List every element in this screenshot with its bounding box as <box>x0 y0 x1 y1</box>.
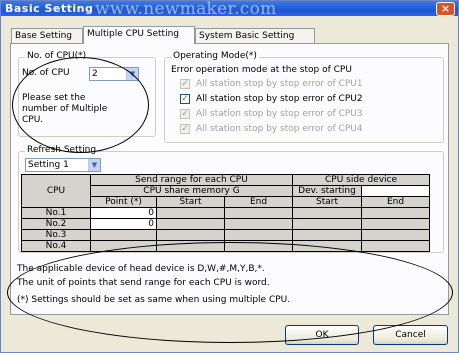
dev-starting-input[interactable] <box>361 185 430 197</box>
operating-mode-description: Error operation mode at the stop of CPU <box>171 65 352 75</box>
device-end-cell <box>361 207 430 219</box>
device-start-cell <box>292 240 362 252</box>
end-header: End <box>224 196 293 208</box>
tab-multiple-cpu-setting[interactable]: Multiple CPU Setting <box>83 26 195 44</box>
close-icon: × <box>440 2 451 15</box>
end-cell <box>224 240 293 252</box>
cpu-count-value: 2 <box>92 69 98 79</box>
point-cell[interactable]: 0 <box>90 207 157 219</box>
tab-label: System Basic Setting <box>199 31 295 41</box>
cpu-count-note-line: Please set the <box>22 93 86 103</box>
cpu-count-note-line: CPU. <box>22 115 44 125</box>
checkbox-label: All station stop by stop error of CPU3 <box>196 109 363 119</box>
ok-button[interactable]: OK <box>285 325 359 345</box>
watermark: www.newmaker.com <box>95 0 277 19</box>
cpu-count-select[interactable]: 2 ▼ <box>89 67 139 81</box>
row-cpu-label: No.1 <box>21 207 91 219</box>
table-row: No.1 0 <box>21 207 430 219</box>
operating-mode-group-title: Operating Mode(*) <box>171 51 259 61</box>
end-cell <box>224 218 293 230</box>
device-end-cell <box>361 229 430 241</box>
cpu-count-group: No. of CPU(*) No. of CPU 2 ▼ Please set … <box>18 51 156 137</box>
checkmark-icon: ✓ <box>180 94 190 104</box>
tab-system-basic-setting[interactable]: System Basic Setting <box>195 28 315 44</box>
table-row: No.3 <box>21 229 430 241</box>
device-end-cell <box>361 218 430 230</box>
checkbox-label: All station stop by stop error of CPU4 <box>196 124 363 134</box>
checkmark-icon: ✓ <box>180 109 190 119</box>
send-range-header: Send range for each CPU <box>90 174 293 186</box>
side-device-header: CPU side device <box>292 174 430 186</box>
row-cpu-label: No.3 <box>21 229 91 241</box>
operating-mode-group: Operating Mode(*) Error operation mode a… <box>164 51 444 143</box>
start-header: Start <box>292 196 362 208</box>
window-title: Basic Setting <box>5 2 94 15</box>
share-memory-header: CPU share memory G <box>90 185 293 197</box>
point-header: Point (*) <box>90 196 157 208</box>
checkbox-label: All station stop by stop error of CPU1 <box>196 79 363 89</box>
tab-label: Base Setting <box>15 31 73 41</box>
tab-label: Multiple CPU Setting <box>87 29 179 39</box>
device-start-cell <box>292 207 362 219</box>
note-settings-same: (*) Settings should be set as same when … <box>17 295 291 305</box>
row-cpu-label: No.4 <box>21 240 91 252</box>
refresh-setting-group-title: Refresh Setting <box>25 145 99 155</box>
ok-button-label: OK <box>315 330 329 340</box>
start-cell <box>156 229 225 241</box>
point-cell[interactable]: 0 <box>90 218 157 230</box>
start-cell <box>156 207 225 219</box>
table-row: No.4 <box>21 240 430 252</box>
cpu-column-header: CPU <box>21 174 91 208</box>
point-cell <box>90 240 157 252</box>
device-start-cell <box>292 218 362 230</box>
checkbox-label: All station stop by stop error of CPU2 <box>196 94 363 104</box>
checkmark-icon: ✓ <box>180 124 190 134</box>
end-header: End <box>361 196 430 208</box>
table-row: No.2 0 <box>21 218 430 230</box>
point-cell <box>90 229 157 241</box>
cancel-button[interactable]: Cancel <box>373 325 448 345</box>
start-cell <box>156 218 225 230</box>
end-cell <box>224 229 293 241</box>
cpu-count-label: No. of CPU <box>22 68 70 78</box>
tab-base-setting[interactable]: Base Setting <box>11 28 83 44</box>
refresh-setting-select[interactable]: Setting 1 ▼ <box>25 158 101 172</box>
start-header: Start <box>156 196 225 208</box>
cancel-button-label: Cancel <box>395 330 426 340</box>
cpu-count-note-line: number of Multiple <box>22 104 108 114</box>
title-bar[interactable]: Basic Setting www.newmaker.com × <box>1 0 458 19</box>
cpu-count-group-title: No. of CPU(*) <box>25 51 89 61</box>
note-send-range-unit: The unit of points that send range for e… <box>17 278 270 288</box>
checkmark-icon: ✓ <box>180 79 190 89</box>
dev-starting-header: Dev. starting <box>292 185 362 197</box>
note-applicable-devices: The applicable device of head device is … <box>17 264 265 274</box>
chevron-down-icon: ▼ <box>88 159 100 171</box>
chevron-down-icon: ▼ <box>126 68 138 80</box>
row-cpu-label: No.2 <box>21 218 91 230</box>
device-end-cell <box>361 240 430 252</box>
basic-setting-dialog: Basic Setting www.newmaker.com × Base Se… <box>0 0 459 353</box>
refresh-setting-value: Setting 1 <box>28 160 69 170</box>
close-button[interactable]: × <box>436 2 455 16</box>
refresh-table: CPU Send range for each CPU CPU side dev… <box>21 174 430 252</box>
end-cell <box>224 207 293 219</box>
device-start-cell <box>292 229 362 241</box>
start-cell <box>156 240 225 252</box>
